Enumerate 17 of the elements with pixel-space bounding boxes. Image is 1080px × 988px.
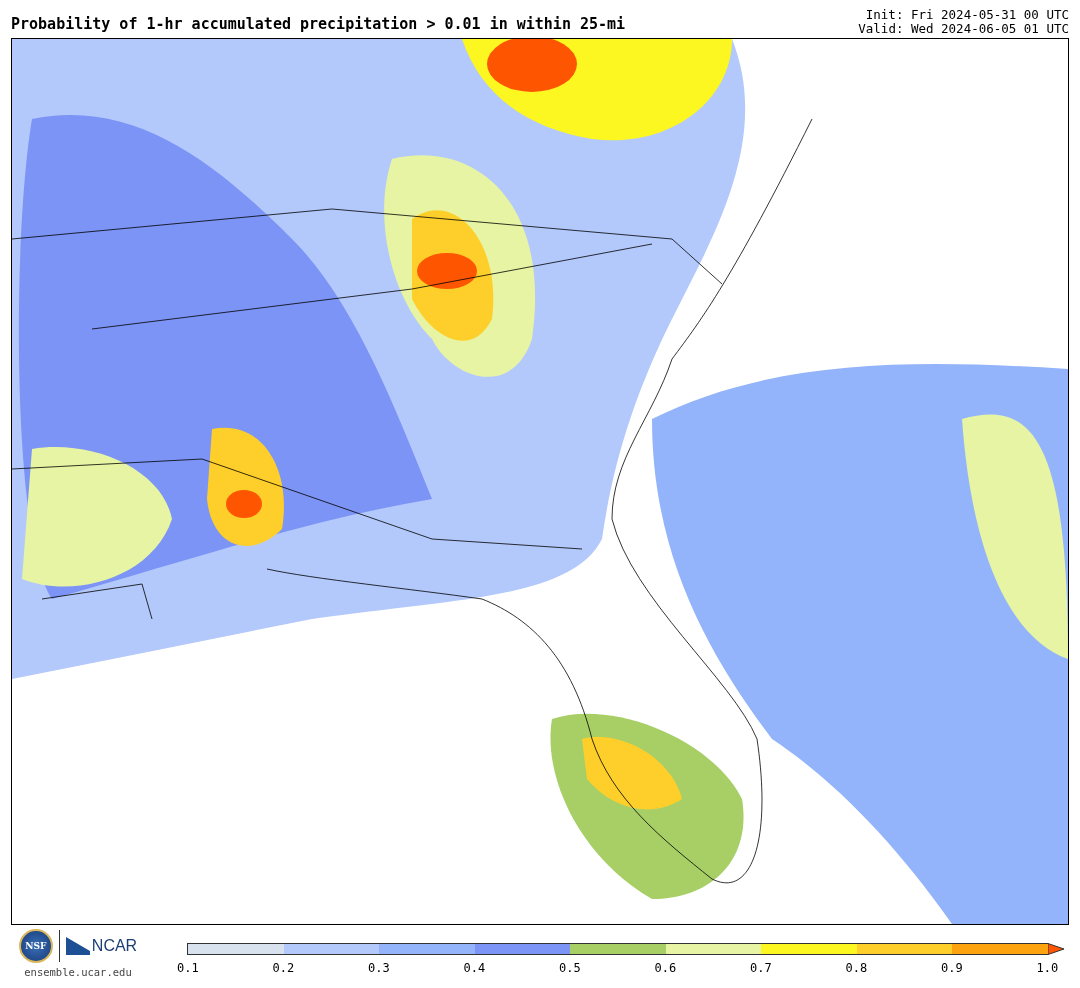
tick-label: 0.3 [368, 961, 390, 975]
valid-time: Valid: Wed 2024-06-05 01 UTC [858, 22, 1069, 36]
website-text: ensemble.ucar.edu [24, 966, 132, 978]
ncar-logo: NCAR [91, 937, 138, 955]
tick-label: 0.7 [750, 961, 772, 975]
tick-label: 0.6 [654, 961, 677, 975]
tick-label: 0.9 [941, 961, 963, 975]
nsf-logo: NSF [18, 929, 53, 963]
tick-label: 1.0 [1036, 961, 1059, 975]
sail-icon [65, 937, 90, 955]
tick-label: 0.2 [272, 961, 295, 975]
tick-label: 0.4 [463, 961, 486, 975]
tick-label: 0.1 [177, 961, 199, 975]
chart-title: Probability of 1-hr accumulated precipitation > 0.01 in within 25-mi [11, 15, 626, 35]
tick-label: 0.8 [845, 961, 868, 975]
tick-label: 0.5 [559, 961, 581, 975]
init-time: Init: Fri 2024-05-31 00 UTC [865, 8, 1069, 22]
